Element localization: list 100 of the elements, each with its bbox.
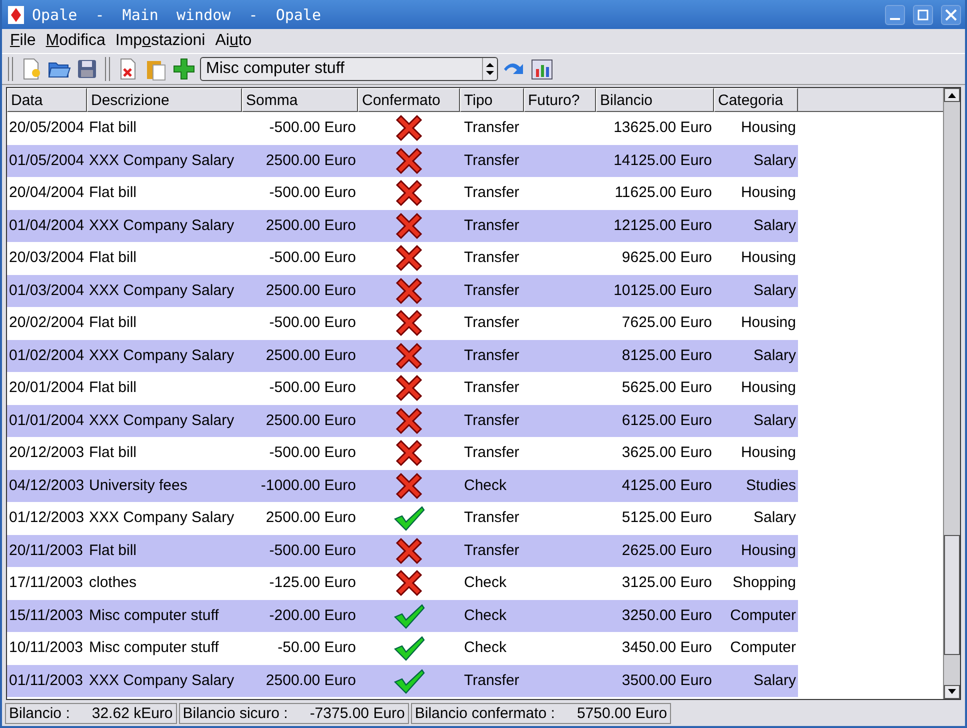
table-cell-text: -500.00 Euro [268, 118, 357, 138]
table-cell-text: XXX Company Salary [88, 670, 236, 691]
scrollbar-thumb[interactable] [944, 535, 960, 655]
table-cell-text: Housing [740, 378, 797, 398]
column-header[interactable]: Somma [242, 88, 358, 112]
table-cell-text: 12125.00 Euro [612, 216, 713, 236]
column-header[interactable]: Tipo [460, 88, 524, 112]
table-cell-text: 20/04/2004 [8, 183, 86, 204]
table-cell-text: Flat bill [88, 443, 138, 464]
account-dropdown[interactable]: Misc computer stuff [200, 57, 498, 81]
close-icon [945, 8, 957, 20]
table-cell-text: Transfer [463, 378, 520, 398]
table-cell-text: XXX Company Salary [88, 410, 236, 431]
table-cell-text: XXX Company Salary [88, 280, 236, 301]
column-header[interactable]: Bilancio [596, 88, 714, 112]
table-cell-text: 10/11/2003 [8, 638, 84, 658]
table-cell-text: -500.00 Euro [268, 313, 357, 334]
table-cell-text: -500.00 Euro [268, 443, 357, 464]
table-cell-text: 01/02/2004 [8, 346, 86, 366]
table-cell-text: 2500.00 Euro [264, 346, 357, 366]
chart-icon[interactable] [530, 57, 554, 81]
cross-icon [394, 243, 424, 274]
cross-icon [394, 406, 424, 436]
table-cell-text: 01/12/2003 [8, 508, 86, 528]
menu-item[interactable]: Impostazioni [115, 32, 206, 50]
table-cell-text: -500.00 Euro [268, 183, 357, 204]
status-value: -7375.00 Euro [310, 704, 405, 722]
table-cell-text: 20/11/2003 [8, 540, 84, 561]
table-cell-text: Flat bill [88, 183, 138, 204]
table-cell-text: 6125.00 Euro [620, 410, 713, 431]
column-header[interactable]: Categoria [714, 88, 798, 112]
table-cell-text: Transfer [463, 670, 520, 691]
table-cell-text: Salary [752, 508, 797, 528]
table-cell-text: 15/11/2003 [8, 606, 84, 626]
cross-icon [394, 340, 424, 371]
minimize-icon [890, 18, 900, 20]
plus-icon[interactable] [172, 57, 196, 81]
table-cell-text: -500.00 Euro [268, 540, 357, 561]
cross-icon [394, 146, 424, 176]
table-cell-text: 01/04/2004 [8, 216, 86, 236]
table-cell-text: Computer [729, 606, 797, 626]
table-cell-text: 3625.00 Euro [620, 443, 713, 464]
cross-icon [394, 568, 424, 598]
table-cell-text: 2500.00 Euro [264, 670, 357, 691]
table-cell-text: 20/12/2003 [8, 443, 86, 464]
down-arrow-icon[interactable] [948, 689, 956, 695]
cross-icon [394, 178, 424, 208]
up-arrow-icon[interactable] [948, 92, 956, 98]
table-cell-text: 20/01/2004 [8, 378, 86, 398]
save-icon[interactable] [75, 57, 99, 81]
table-cell-text: Flat bill [88, 378, 138, 398]
table-cell-text: Transfer [463, 216, 520, 236]
table-cell-text: Shopping [732, 573, 797, 594]
table-cell-text: 01/01/2004 [8, 410, 86, 431]
table-cell-text: 4125.00 Euro [620, 476, 713, 496]
table-cell-text: 3125.00 Euro [620, 573, 713, 594]
cross-icon [394, 438, 424, 468]
maximize-button[interactable] [913, 4, 933, 24]
table-cell-text: 11625.00 Euro [614, 183, 713, 204]
column-header[interactable]: Confermato [358, 88, 460, 112]
table-cell-text: Flat bill [88, 313, 138, 334]
table-cell-text: -125.00 Euro [268, 573, 357, 594]
column-header[interactable]: Descrizione [87, 88, 242, 112]
table-cell-text: Transfer [463, 443, 520, 464]
table-cell-text: XXX Company Salary [88, 150, 236, 171]
table-cell-text: 7625.00 Euro [620, 313, 713, 334]
menu-item[interactable]: File [10, 32, 36, 50]
table-cell-text: Salary [752, 216, 797, 236]
table-cell-text: Transfer [463, 118, 520, 138]
column-header[interactable]: Data [7, 88, 87, 112]
column-header[interactable]: Futuro? [524, 88, 596, 112]
table-cell-text: 10125.00 Euro [612, 280, 713, 301]
close-button[interactable] [941, 4, 961, 24]
maximize-icon [917, 8, 929, 20]
scrollbar[interactable] [943, 88, 960, 699]
table-cell-text: Housing [740, 248, 797, 268]
table-cell-text: 3500.00 Euro [620, 670, 713, 691]
spinner-arrows-icon [482, 58, 497, 80]
table-cell-text: 2500.00 Euro [264, 216, 357, 236]
table-cell-text: -500.00 Euro [268, 378, 357, 398]
menu-item[interactable]: Modifica [46, 32, 106, 50]
cross-icon [394, 210, 424, 241]
cross-icon [394, 308, 424, 338]
table-cell-text: Transfer [463, 410, 520, 431]
check-icon [393, 668, 425, 694]
cross-icon [394, 470, 424, 501]
menu-item[interactable]: Aiuto [215, 32, 252, 50]
table-cell-text: XXX Company Salary [88, 216, 236, 236]
table-cell-text: Housing [740, 313, 797, 334]
status-label: Bilancio sicuro : [182, 704, 288, 722]
table-cell-text: 5625.00 Euro [620, 378, 713, 398]
table-cell-text: 14125.00 Euro [612, 150, 713, 171]
table-cell-text: 13625.00 Euro [612, 118, 713, 138]
table-cell-text: XXX Company Salary [88, 346, 236, 366]
check-icon [393, 602, 425, 629]
table-cell-text: 01/05/2004 [8, 150, 86, 171]
table-cell-text: -200.00 Euro [268, 606, 357, 626]
minimize-button[interactable] [885, 4, 905, 24]
window-title: Opale - Main window - Opale [32, 6, 322, 24]
table-cell-text: 17/11/2003 [8, 573, 84, 594]
